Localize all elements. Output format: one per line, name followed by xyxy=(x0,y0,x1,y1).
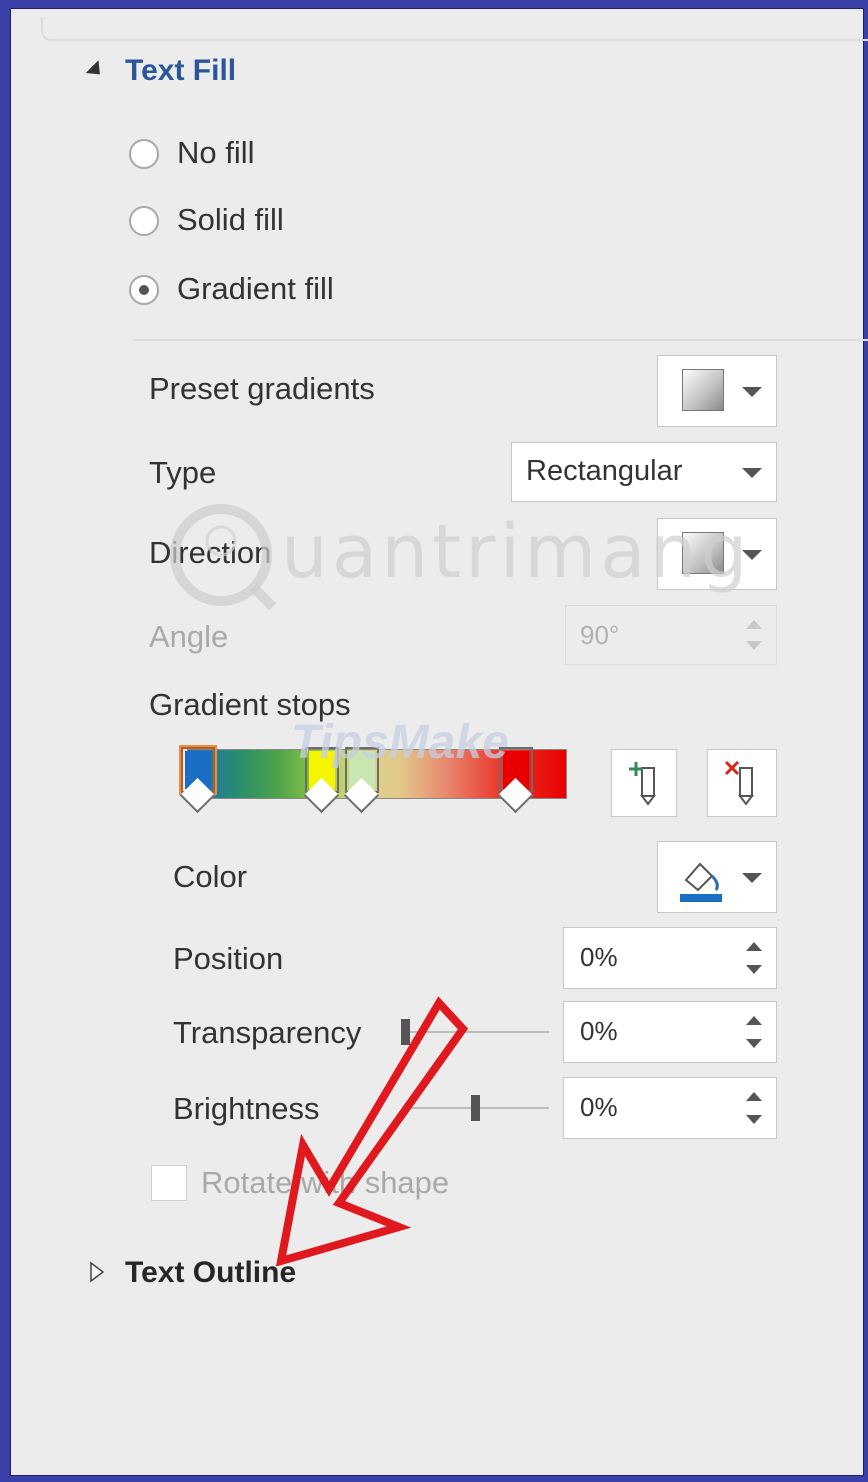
preset-gradients-dropdown[interactable] xyxy=(657,355,777,427)
brightness-value: 0% xyxy=(580,1092,618,1122)
spin-down-icon xyxy=(746,965,762,974)
chevron-down-icon xyxy=(742,387,762,397)
preset-gradients-label: Preset gradients xyxy=(149,371,375,406)
quantrimang-watermark: uantrimang xyxy=(281,509,752,595)
fill-color-icon xyxy=(680,862,722,902)
expand-triangle-icon[interactable] xyxy=(89,1261,105,1288)
add-stop-icon xyxy=(629,762,656,806)
rotate-with-shape-checkbox[interactable] xyxy=(151,1165,187,1201)
transparency-spinner[interactable]: 0% xyxy=(563,1001,777,1063)
brightness-spinner[interactable]: 0% xyxy=(563,1077,777,1139)
solid-fill-radio[interactable] xyxy=(129,206,159,236)
type-dropdown[interactable]: Rectangular xyxy=(511,442,777,502)
position-label: Position xyxy=(173,941,284,976)
color-dropdown[interactable] xyxy=(657,841,777,913)
spin-up-icon xyxy=(746,620,762,629)
position-value: 0% xyxy=(580,942,618,972)
type-value: Rectangular xyxy=(526,455,683,487)
gradient-fill-radio[interactable] xyxy=(129,275,159,305)
stop-swatch xyxy=(185,751,211,789)
gradient-swatch-icon xyxy=(682,369,724,411)
position-spinner[interactable]: 0% xyxy=(563,927,777,989)
chevron-down-icon xyxy=(742,468,762,478)
spin-up-icon xyxy=(746,942,762,951)
angle-label: Angle xyxy=(149,619,229,654)
no-fill-label[interactable]: No fill xyxy=(177,135,255,171)
format-text-effects-pane: Text Fill No fill Solid fill Gradient fi… xyxy=(10,8,868,1476)
text-fill-header[interactable]: Text Fill xyxy=(125,54,236,88)
add-gradient-stop-button[interactable] xyxy=(611,749,677,817)
quantrimang-logo-icon xyxy=(161,495,281,620)
angle-value: 90° xyxy=(580,620,620,650)
annotation-arrow-icon xyxy=(275,996,469,1267)
spin-down-icon xyxy=(746,1039,762,1048)
remove-stop-icon xyxy=(724,760,754,806)
spin-down-icon xyxy=(746,641,762,650)
type-label: Type xyxy=(149,455,217,490)
spin-down-icon xyxy=(746,1115,762,1124)
angle-spinner[interactable]: 90° xyxy=(565,605,777,665)
remove-gradient-stop-button[interactable] xyxy=(707,749,777,817)
collapse-triangle-icon[interactable] xyxy=(85,60,107,81)
chevron-down-icon xyxy=(742,873,762,883)
transparency-value: 0% xyxy=(580,1016,618,1046)
no-fill-radio[interactable] xyxy=(129,139,159,169)
color-label: Color xyxy=(173,859,248,894)
gradient-stop-1[interactable] xyxy=(179,745,217,795)
solid-fill-label[interactable]: Solid fill xyxy=(177,202,284,238)
gradient-fill-label[interactable]: Gradient fill xyxy=(177,271,334,307)
tipsmake-watermark: TipsMake xyxy=(291,716,509,769)
spin-up-icon xyxy=(746,1016,762,1025)
previous-section-divider xyxy=(41,17,868,41)
spin-up-icon xyxy=(746,1092,762,1101)
